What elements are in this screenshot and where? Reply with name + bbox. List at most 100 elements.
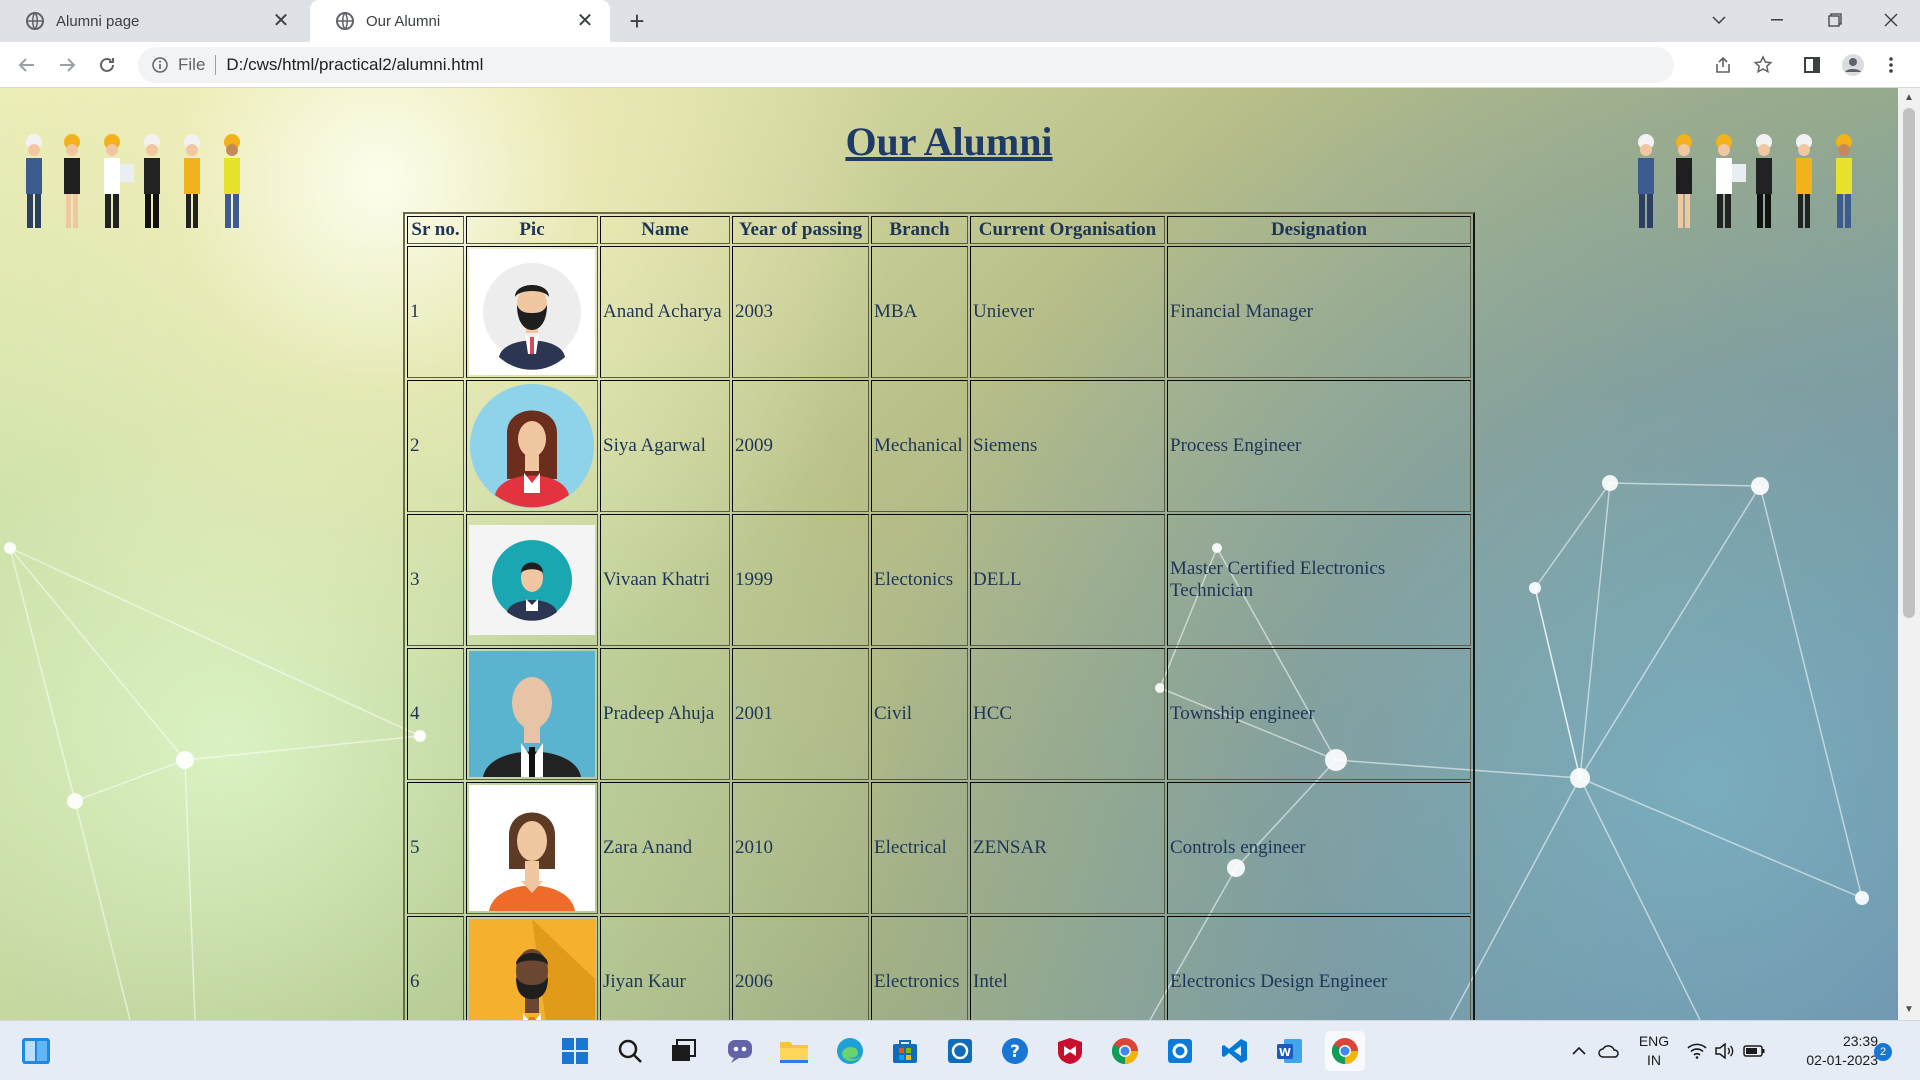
branch-cell: Electrical	[871, 782, 968, 914]
help-icon[interactable]: ?	[995, 1031, 1035, 1071]
vscode-icon[interactable]	[1215, 1031, 1255, 1071]
branch-cell: Mechanical	[871, 380, 968, 512]
close-tab-icon[interactable]: ✕	[574, 10, 596, 32]
avatar	[469, 919, 595, 1020]
sr-cell: 4	[407, 648, 464, 780]
header-pic: Pic	[466, 216, 598, 244]
branch-cell: Electronics	[871, 916, 968, 1020]
sr-cell: 5	[407, 782, 464, 914]
back-button[interactable]	[12, 50, 42, 80]
header-year: Year of passing	[732, 216, 869, 244]
header-name: Name	[600, 216, 730, 244]
time-text: 23:39	[1842, 1033, 1878, 1049]
globe-icon	[26, 12, 44, 30]
header-organisation: Current Organisation	[970, 216, 1165, 244]
tab-search-chevron-icon[interactable]	[1690, 0, 1748, 40]
sr-cell: 2	[407, 380, 464, 512]
language-indicator[interactable]: ENG IN	[1634, 1032, 1674, 1070]
table-row: 6 Jiyan Kaur 2006 Electronics Intel Elec…	[407, 916, 1471, 1020]
organisation-cell: Intel	[970, 916, 1165, 1020]
menu-dots-icon[interactable]	[1876, 50, 1906, 80]
header-sr-no: Sr no.	[407, 216, 464, 244]
avatar	[469, 525, 595, 635]
scroll-down-arrow-icon[interactable]: ▼	[1903, 1004, 1915, 1016]
page-viewport: Our Alumni Sr no. Pic Name Year of passi…	[0, 88, 1898, 1020]
side-panel-icon[interactable]	[1797, 50, 1827, 80]
page-scrollbar[interactable]: ▲ ▼	[1898, 88, 1920, 1020]
header-designation: Designation	[1167, 216, 1471, 244]
forward-button[interactable]	[52, 50, 82, 80]
search-icon[interactable]	[610, 1031, 650, 1071]
scrollbar-thumb[interactable]	[1903, 108, 1915, 618]
year-cell: 2001	[732, 648, 869, 780]
pic-cell	[466, 246, 598, 378]
new-tab-button[interactable]: +	[622, 6, 652, 36]
table-header-row: Sr no. Pic Name Year of passing Branch C…	[407, 216, 1471, 244]
minimize-button[interactable]	[1748, 0, 1806, 40]
tab-our-alumni[interactable]: Our Alumni ✕	[310, 0, 610, 42]
address-bar[interactable]: File D:/cws/html/practical2/alumni.html	[138, 47, 1674, 83]
outlook-icon[interactable]	[1160, 1031, 1200, 1071]
page-title: Our Alumni	[845, 119, 1053, 164]
pic-cell	[466, 782, 598, 914]
restore-button[interactable]	[1806, 0, 1864, 40]
start-windows-icon[interactable]	[555, 1031, 595, 1071]
branch-cell: MBA	[871, 246, 968, 378]
svg-text:W: W	[1279, 1046, 1291, 1059]
language-text: ENG	[1638, 1033, 1670, 1049]
battery-icon[interactable]	[1740, 1031, 1768, 1071]
clock[interactable]: 23:39 02-01-2023	[1778, 1032, 1878, 1070]
tab-strip: Alumni page ✕ Our Alumni ✕ +	[0, 0, 1920, 42]
share-icon[interactable]	[1708, 50, 1738, 80]
date-text: 02-01-2023	[1806, 1052, 1878, 1068]
chrome-active-icon[interactable]	[1325, 1031, 1365, 1071]
table-row: 2 Siya Agarwal 2009 Mechanical Siemens P…	[407, 380, 1471, 512]
year-cell: 2003	[732, 246, 869, 378]
chat-icon[interactable]	[720, 1031, 760, 1071]
reload-button[interactable]	[92, 50, 122, 80]
scheme-label: File	[178, 55, 206, 74]
pic-cell	[466, 380, 598, 512]
branch-cell: Civil	[871, 648, 968, 780]
word-icon[interactable]: W	[1270, 1031, 1310, 1071]
mcafee-icon[interactable]	[1050, 1031, 1090, 1071]
close-tab-icon[interactable]: ✕	[270, 10, 292, 32]
designation-cell: Financial Manager	[1167, 246, 1471, 378]
close-window-button[interactable]	[1862, 0, 1920, 40]
organisation-cell: HCC	[970, 648, 1165, 780]
avatar	[470, 384, 594, 508]
designation-cell: Electronics Design Engineer	[1167, 916, 1471, 1020]
edge-browser-icon[interactable]	[830, 1031, 870, 1071]
region-text: IN	[1647, 1052, 1661, 1068]
url-text[interactable]: D:/cws/html/practical2/alumni.html	[226, 55, 483, 75]
name-cell: Vivaan Khatri	[600, 514, 730, 646]
file-explorer-icon[interactable]	[774, 1031, 814, 1071]
year-cell: 2006	[732, 916, 869, 1020]
table-row: 5 Zara Anand 2010 Electrical ZENSAR Cont…	[407, 782, 1471, 914]
wifi-icon[interactable]	[1684, 1031, 1710, 1071]
microsoft-store-icon[interactable]	[885, 1031, 925, 1071]
task-view-icon[interactable]	[664, 1031, 704, 1071]
avatar	[469, 249, 595, 375]
scroll-up-arrow-icon[interactable]: ▲	[1903, 92, 1915, 104]
year-cell: 2010	[732, 782, 869, 914]
app-shield-icon[interactable]	[940, 1031, 980, 1071]
tab-alumni-page[interactable]: Alumni page ✕	[0, 0, 306, 42]
pic-cell	[466, 648, 598, 780]
bookmark-star-icon[interactable]	[1748, 50, 1778, 80]
name-cell: Pradeep Ahuja	[600, 648, 730, 780]
info-icon[interactable]	[152, 57, 168, 73]
designation-cell: Process Engineer	[1167, 380, 1471, 512]
taskbar: ? W ENG IN 23:39 02-01-2023 2	[0, 1020, 1920, 1080]
volume-icon[interactable]	[1712, 1031, 1738, 1071]
notification-badge[interactable]: 2	[1874, 1043, 1892, 1061]
show-hidden-icons-chevron-icon[interactable]	[1568, 1031, 1590, 1071]
profile-avatar-icon[interactable]	[1838, 50, 1868, 80]
widgets-icon[interactable]	[16, 1031, 56, 1071]
onedrive-cloud-icon[interactable]	[1594, 1031, 1624, 1071]
chrome-icon[interactable]	[1105, 1031, 1145, 1071]
designation-cell: Controls engineer	[1167, 782, 1471, 914]
name-cell: Jiyan Kaur	[600, 916, 730, 1020]
branch-cell: Electonics	[871, 514, 968, 646]
avatar	[469, 785, 595, 911]
